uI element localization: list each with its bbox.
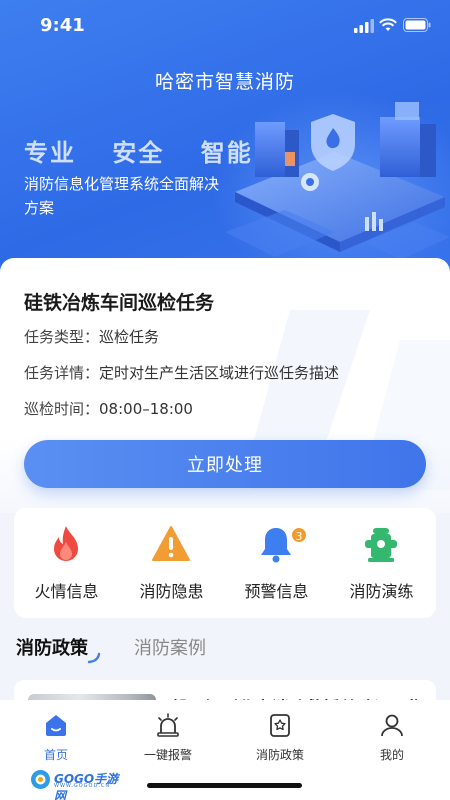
task-time-value: 08:00–18:00 (99, 400, 193, 418)
hero-banner: 9:41 哈密市智慧消防 专业 安全 智能 消防信息化管理系统全面解决方案 (0, 0, 450, 300)
gamepad-logo-icon (31, 770, 50, 789)
quick-hazard-label: 消防隐患 (139, 582, 204, 601)
quick-drill-label: 消防演练 (349, 582, 414, 601)
nav-home[interactable]: 首页 (0, 708, 112, 768)
slogan-word: 智能 (200, 139, 253, 167)
tab-fire-policy[interactable]: 消防政策 (16, 634, 88, 660)
task-type-row: 任务类型：巡检任务 (24, 326, 159, 347)
status-bar: 9:41 (0, 0, 450, 50)
quick-fire-info[interactable]: 火情信息 (14, 508, 119, 618)
process-now-button[interactable]: 立即处理 (24, 440, 426, 488)
tab-fire-cases[interactable]: 消防案例 (134, 634, 206, 660)
quick-actions-panel: 火情信息 消防隐患 3 预警信息 消防演练 (14, 508, 436, 618)
nav-alarm-label: 一键报警 (143, 748, 192, 762)
user-icon (381, 714, 403, 737)
cellular-signal-icon (354, 19, 374, 33)
battery-icon (403, 18, 431, 32)
task-time-label: 巡检时间： (24, 400, 100, 418)
task-title: 硅铁冶炼车间巡检任务 (24, 292, 215, 314)
hero-description: 消防信息化管理系统全面解决方案 (24, 175, 220, 217)
smart-city-illustration (225, 102, 450, 260)
alarm-icon (157, 713, 179, 737)
quick-fire-label: 火情信息 (34, 582, 99, 601)
nav-home-label: 首页 (43, 748, 68, 762)
task-detail-value: 定时对生产生活区域进行巡任务描述 (99, 364, 340, 382)
policy-icon (270, 714, 290, 737)
tab-active-indicator (87, 652, 101, 664)
quick-drill[interactable]: 消防演练 (329, 508, 434, 618)
nav-mine[interactable]: 我的 (336, 708, 448, 768)
quick-warning-label: 预警信息 (244, 582, 309, 601)
wifi-icon (379, 18, 397, 31)
watermark-url: WWW.GOGOD.CN (54, 783, 111, 789)
task-type-label: 任务类型： (24, 328, 100, 346)
watermark-logo: GOGO手游网 WWW.GOGOD.CN (30, 768, 130, 800)
home-indicator (147, 783, 302, 788)
slogan-word: 专业 (24, 139, 76, 167)
slogan-word: 安全 (112, 139, 165, 167)
flame-icon (54, 526, 78, 561)
hero-slogan: 专业 安全 智能 (24, 133, 269, 168)
warning-triangle-icon (152, 526, 190, 561)
task-detail-label: 任务详情： (24, 364, 100, 382)
hydrant-icon (365, 528, 397, 562)
app-title: 哈密市智慧消防 (154, 71, 295, 93)
task-detail-row: 任务详情：定时对生产生活区域进行巡任务描述 (24, 362, 339, 383)
nav-policy-label: 消防政策 (255, 748, 304, 762)
nav-fire-policy[interactable]: 消防政策 (224, 708, 336, 768)
home-icon (46, 715, 66, 736)
nav-one-key-alarm[interactable]: 一键报警 (112, 708, 224, 768)
quick-warning[interactable]: 3 预警信息 (224, 508, 329, 618)
quick-hazard[interactable]: 消防隐患 (119, 508, 224, 618)
nav-mine-label: 我的 (379, 748, 404, 762)
task-type-value: 巡检任务 (99, 328, 160, 346)
task-time-row: 巡检时间：08:00–18:00 (24, 398, 193, 419)
warning-count-badge: 3 (290, 526, 308, 544)
status-time: 9:41 (40, 15, 85, 36)
